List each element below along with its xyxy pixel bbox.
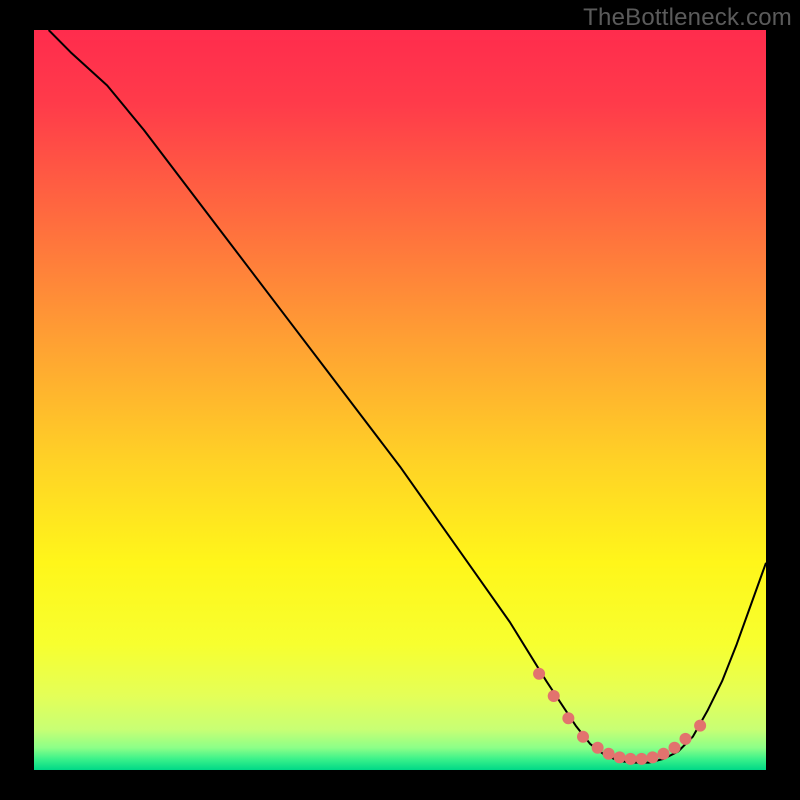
marker-dot — [592, 742, 604, 754]
chart-frame: TheBottleneck.com — [0, 0, 800, 800]
marker-dot — [533, 668, 545, 680]
marker-dot — [669, 742, 681, 754]
marker-dot — [647, 751, 659, 763]
marker-dot — [548, 690, 560, 702]
chart-svg — [34, 30, 766, 770]
marker-dot — [694, 720, 706, 732]
marker-dot — [679, 733, 691, 745]
chart-plot-area — [34, 30, 766, 770]
marker-dot — [625, 753, 637, 765]
marker-dot — [603, 748, 615, 760]
marker-dot — [658, 748, 670, 760]
marker-dot — [577, 731, 589, 743]
marker-dot — [636, 753, 648, 765]
marker-dot — [614, 751, 626, 763]
marker-dot — [562, 712, 574, 724]
watermark-text: TheBottleneck.com — [583, 4, 792, 32]
gradient-background — [34, 30, 766, 770]
